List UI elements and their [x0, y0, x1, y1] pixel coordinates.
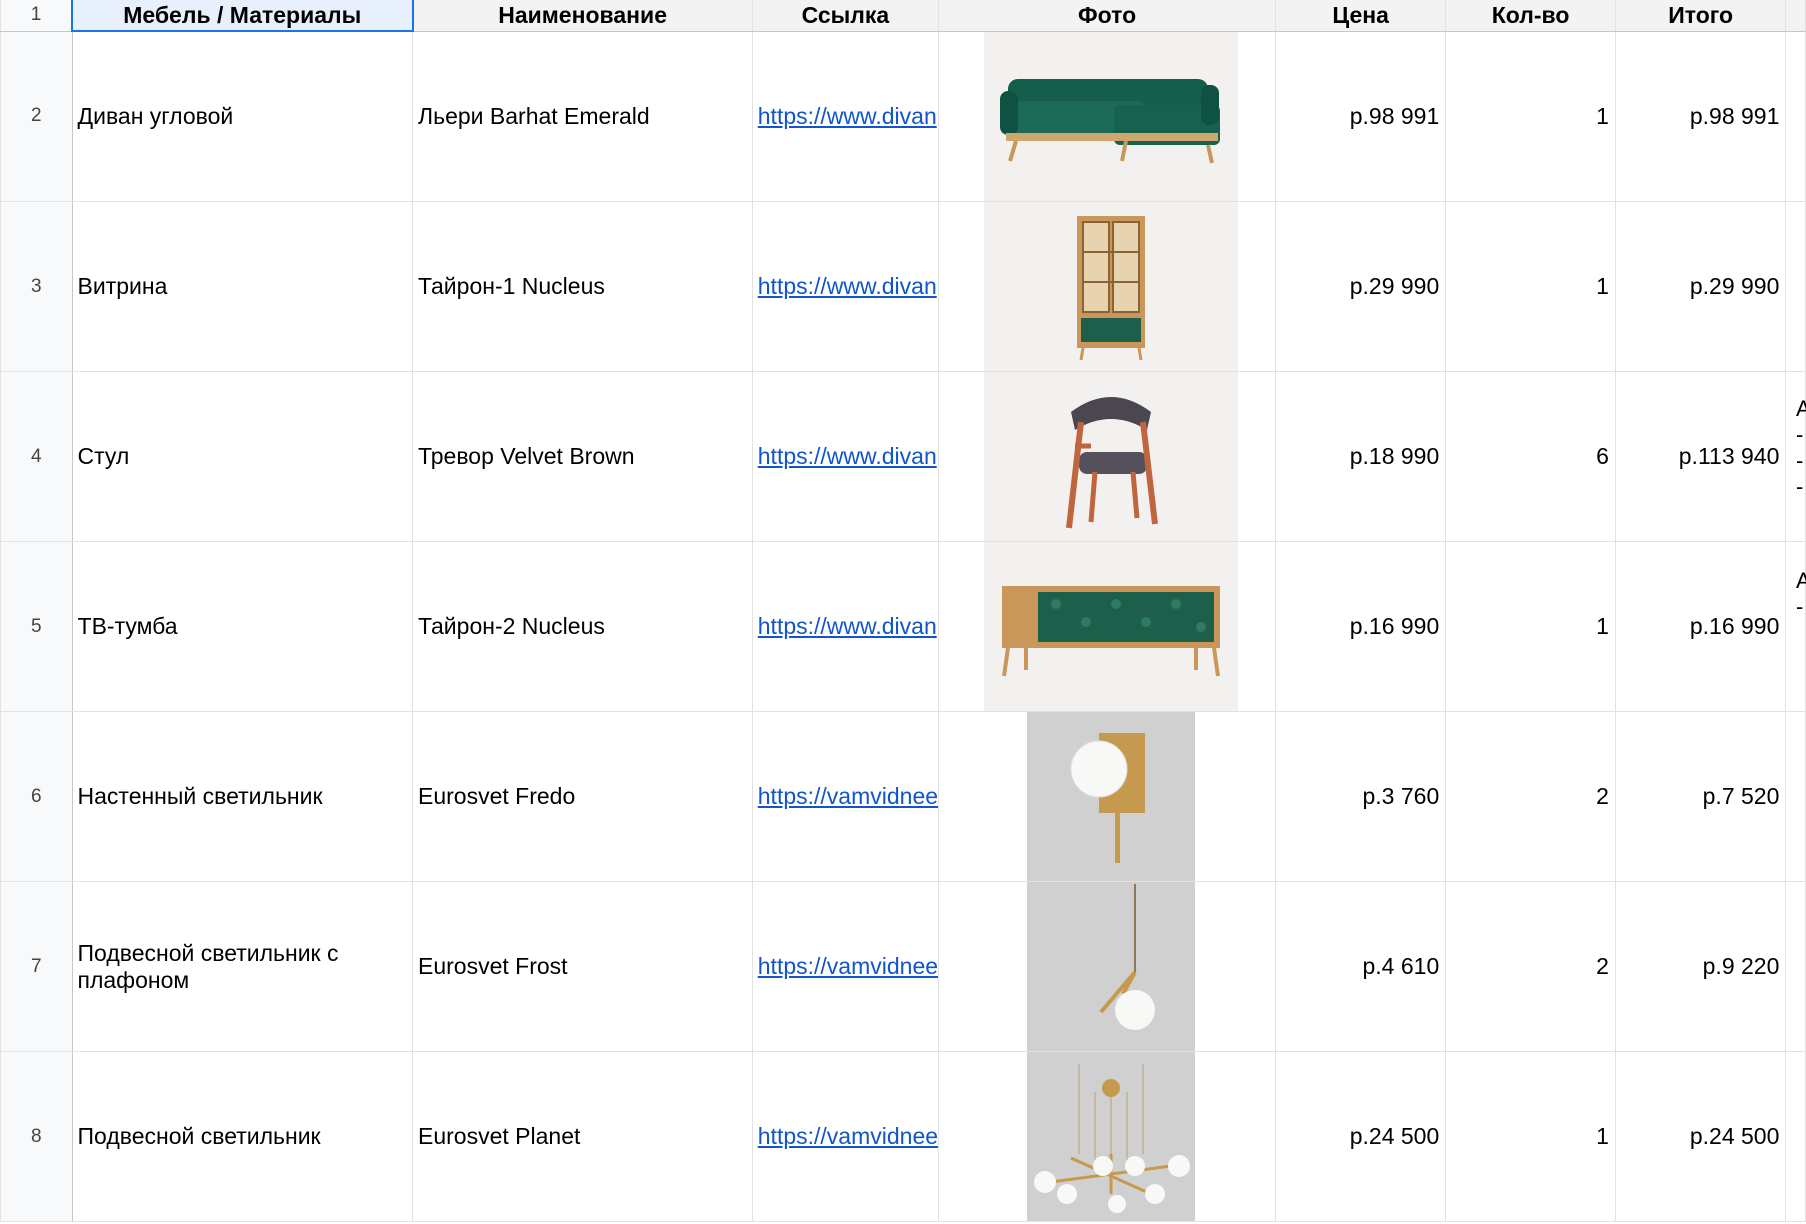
- category-cell[interactable]: Стул: [71, 371, 414, 542]
- qty-cell[interactable]: 6: [1445, 371, 1616, 542]
- link-cell[interactable]: https://vamvidnee: [751, 1051, 940, 1222]
- row-number[interactable]: 1: [0, 0, 73, 32]
- tv-stand-photo: [984, 542, 1239, 711]
- showcase-photo: [984, 202, 1239, 371]
- col-header-price[interactable]: Цена: [1275, 0, 1447, 32]
- qty-cell[interactable]: 1: [1445, 30, 1616, 202]
- photo-cell[interactable]: [938, 711, 1277, 882]
- qty-cell[interactable]: 1: [1445, 541, 1616, 712]
- table-row: 3 Витрина Тайрон-1 Nucleus https://www.d…: [0, 201, 1806, 372]
- table-row: 2 Диван угловой Льери Barhat Emerald htt…: [0, 30, 1806, 202]
- name-cell[interactable]: Льери Barhat Emerald: [412, 30, 753, 202]
- name-cell[interactable]: Тревор Velvet Brown: [412, 371, 753, 542]
- price-cell[interactable]: р.98 991: [1275, 30, 1447, 202]
- row-number[interactable]: 6: [0, 711, 73, 882]
- name-cell[interactable]: Eurosvet Fredo: [412, 711, 753, 882]
- extra-cell[interactable]: [1785, 30, 1806, 202]
- col-header-name[interactable]: Наименование: [412, 0, 753, 32]
- overflow-text: А - - -: [1796, 396, 1806, 499]
- category-cell[interactable]: Подвесной светильник с плафоном: [71, 881, 414, 1052]
- price-cell[interactable]: р.29 990: [1275, 201, 1447, 372]
- col-header-qty[interactable]: Кол-во: [1445, 0, 1616, 32]
- total-cell[interactable]: р.29 990: [1614, 201, 1787, 372]
- photo-cell[interactable]: [938, 1051, 1277, 1222]
- wall-lamp-photo: [1027, 712, 1196, 881]
- header-row: 1 Мебель / Материалы Наименование Ссылка…: [0, 0, 1806, 32]
- price-cell[interactable]: р.18 990: [1275, 371, 1447, 542]
- link-cell[interactable]: https://www.divan: [751, 30, 940, 202]
- category-cell[interactable]: Витрина: [71, 201, 414, 372]
- col-header-extra[interactable]: [1785, 0, 1806, 32]
- link-cell[interactable]: https://vamvidnee: [751, 881, 940, 1052]
- total-cell[interactable]: р.9 220: [1614, 881, 1787, 1052]
- price-cell[interactable]: р.24 500: [1275, 1051, 1447, 1222]
- link-cell[interactable]: https://www.divan: [751, 201, 940, 372]
- photo-cell[interactable]: [938, 30, 1277, 202]
- extra-cell[interactable]: [1785, 541, 1806, 712]
- qty-cell[interactable]: 2: [1445, 881, 1616, 1052]
- row-number[interactable]: 8: [0, 1051, 73, 1222]
- photo-cell[interactable]: [938, 541, 1277, 712]
- extra-cell[interactable]: [1785, 881, 1806, 1052]
- overflow-text: А -: [1796, 568, 1806, 619]
- total-cell[interactable]: р.7 520: [1614, 711, 1787, 882]
- total-cell[interactable]: р.24 500: [1614, 1051, 1787, 1222]
- total-cell[interactable]: р.98 991: [1614, 30, 1787, 202]
- col-header-total[interactable]: Итого: [1614, 0, 1787, 32]
- table-row: 4 Стул Тревор Velvet Brown https://www.d…: [0, 371, 1806, 542]
- row-number[interactable]: 7: [0, 881, 73, 1052]
- extra-cell[interactable]: [1785, 201, 1806, 372]
- chair-photo: [984, 372, 1239, 541]
- category-cell[interactable]: Настенный светильник: [71, 711, 414, 882]
- col-header-photo[interactable]: Фото: [938, 0, 1277, 32]
- name-cell[interactable]: Eurosvet Frost: [412, 881, 753, 1052]
- col-header-link[interactable]: Ссылка: [751, 0, 940, 32]
- total-cell[interactable]: р.113 940: [1614, 371, 1787, 542]
- price-cell[interactable]: р.4 610: [1275, 881, 1447, 1052]
- qty-cell[interactable]: 1: [1445, 1051, 1616, 1222]
- qty-cell[interactable]: 2: [1445, 711, 1616, 882]
- category-cell[interactable]: Диван угловой: [71, 30, 414, 202]
- extra-cell[interactable]: [1785, 711, 1806, 882]
- sofa-photo: [984, 31, 1239, 201]
- furniture-table: 1 Мебель / Материалы Наименование Ссылка…: [0, 0, 1806, 1222]
- category-cell[interactable]: Подвесной светильник: [71, 1051, 414, 1222]
- link-cell[interactable]: https://www.divan: [751, 541, 940, 712]
- chandelier-photo: [1027, 1052, 1196, 1221]
- qty-cell[interactable]: 1: [1445, 201, 1616, 372]
- row-number[interactable]: 4: [0, 371, 73, 542]
- table-row: 7 Подвесной светильник с плафоном Eurosv…: [0, 881, 1806, 1052]
- extra-cell[interactable]: [1785, 1051, 1806, 1222]
- col-header-category[interactable]: Мебель / Материалы: [71, 0, 414, 32]
- table-row: 6 Настенный светильник Eurosvet Fredo ht…: [0, 711, 1806, 882]
- photo-cell[interactable]: [938, 881, 1277, 1052]
- category-cell[interactable]: ТВ-тумба: [71, 541, 414, 712]
- price-cell[interactable]: р.16 990: [1275, 541, 1447, 712]
- table-row: 5 ТВ-тумба Тайрон-2 Nucleus https://www.…: [0, 541, 1806, 712]
- name-cell[interactable]: Тайрон-1 Nucleus: [412, 201, 753, 372]
- name-cell[interactable]: Тайрон-2 Nucleus: [412, 541, 753, 712]
- pendant-lamp-photo: [1027, 882, 1196, 1051]
- row-number[interactable]: 2: [0, 30, 73, 202]
- link-cell[interactable]: https://www.divan: [751, 371, 940, 542]
- photo-cell[interactable]: [938, 371, 1277, 542]
- price-cell[interactable]: р.3 760: [1275, 711, 1447, 882]
- row-number[interactable]: 5: [0, 541, 73, 712]
- photo-cell[interactable]: [938, 201, 1277, 372]
- link-cell[interactable]: https://vamvidnee: [751, 711, 940, 882]
- row-number[interactable]: 3: [0, 201, 73, 372]
- table-row: 8 Подвесной светильник Eurosvet Planet h…: [0, 1051, 1806, 1222]
- name-cell[interactable]: Eurosvet Planet: [412, 1051, 753, 1222]
- spreadsheet[interactable]: 1 Мебель / Материалы Наименование Ссылка…: [0, 0, 1806, 1224]
- total-cell[interactable]: р.16 990: [1614, 541, 1787, 712]
